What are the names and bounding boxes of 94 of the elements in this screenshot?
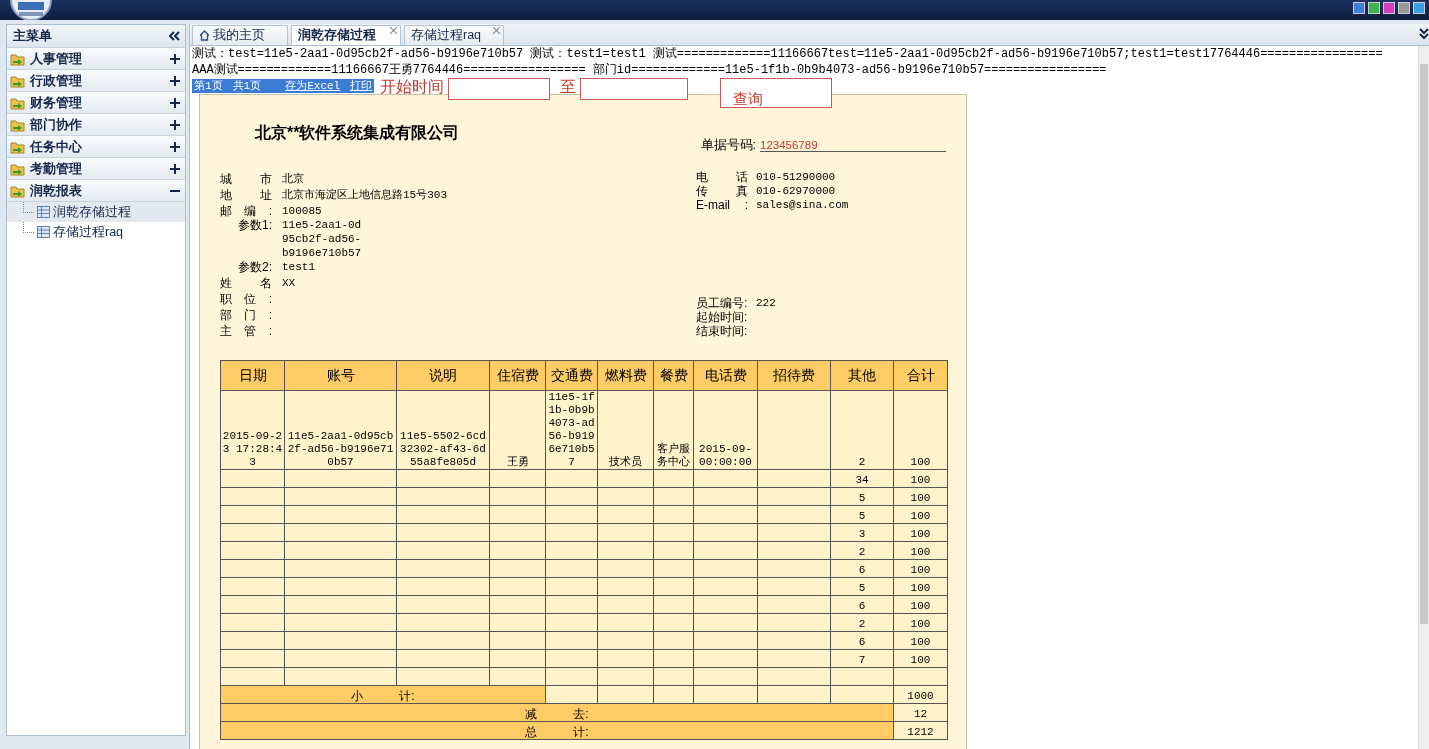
home-icon <box>199 30 210 41</box>
debug-text: 测试：test=11e5-2aa1-0d95cb2f-ad56-b9196e710b57 测试：test1=test1 测试=============11166667test=11e5-2aa1-0d95cb2f-ad56-b9196e710b57;test1=test17764446================= <box>192 46 1384 62</box>
field-label: 结束时间: <box>696 324 748 338</box>
table-cell: 技术员 <box>597 390 654 470</box>
field-label: 传真 <box>696 184 748 198</box>
start-time-label: 开始时间 <box>380 78 445 96</box>
field-label: 职位: <box>220 292 272 306</box>
table-icon <box>37 226 50 238</box>
column-header: 账号 <box>284 360 397 391</box>
menu-item[interactable]: 润乾存储过程 <box>7 202 185 222</box>
table-cell: 客户服务中心 <box>653 390 694 470</box>
field-label: 城市 <box>220 172 272 186</box>
scrollbar[interactable] <box>1418 46 1429 749</box>
tab[interactable]: 我的主页 <box>192 25 288 45</box>
column-header: 其他 <box>830 360 894 391</box>
end-time-field[interactable] <box>580 78 689 100</box>
field-label: E-mail : <box>696 198 748 212</box>
folder-icon <box>10 95 26 110</box>
doc-number: 123456789 <box>760 139 946 152</box>
field-value: test1 <box>282 260 316 274</box>
export-link[interactable]: 存为Excel <box>285 79 341 93</box>
table-cell: 100 <box>893 390 948 470</box>
menu-group[interactable]: 部门协作 <box>7 114 185 136</box>
field-value: 北京市海淀区上地信息路15号303 <box>282 188 448 202</box>
field-value: XX <box>282 276 297 290</box>
menu-group[interactable]: 人事管理 <box>7 48 185 70</box>
column-header: 住宿费 <box>489 360 546 391</box>
menu-item[interactable]: 存储过程raq <box>7 222 185 242</box>
company-title: 北京**软件系统集成有限公司 <box>255 123 460 143</box>
table-icon <box>37 206 50 218</box>
folder-icon <box>10 183 26 198</box>
folder-icon <box>10 117 26 132</box>
table-cell: 2015-09- 00:00:00 <box>693 390 758 470</box>
print-link[interactable]: 打印 <box>350 79 373 93</box>
field-label: 地址 <box>220 188 272 202</box>
query-button[interactable]: 查询 <box>720 78 833 108</box>
field-label: 姓名 <box>220 276 272 290</box>
table-cell: 2 <box>830 390 894 470</box>
tab[interactable]: 存储过程raq <box>404 25 505 45</box>
field-label: 参数2: <box>237 260 272 274</box>
window-control-icon[interactable] <box>1353 2 1365 14</box>
doc-number-label: 单据号码: <box>700 137 756 154</box>
debug-text: AAA测试=============11166667王勇7764446================= 部门id=============11e5-1f1b-0b9b4073-ad56-b9196e710b57================= <box>192 62 1108 78</box>
close-icon[interactable] <box>390 27 397 34</box>
window-control-icon[interactable] <box>1383 2 1395 14</box>
tab[interactable]: 润乾存储过程 <box>291 25 401 45</box>
table-cell: 11e5-1f1b-0b9b4073-ad56-b9196e710b57 <box>545 390 598 470</box>
plus-icon[interactable] <box>170 119 180 130</box>
plus-icon[interactable] <box>170 97 180 108</box>
field-value: 010-62970000 <box>756 184 837 198</box>
close-icon[interactable] <box>493 27 501 34</box>
to-label: 至 <box>560 78 577 96</box>
field-value: sales@sina.com <box>756 198 850 212</box>
page-count: 共1页 <box>232 79 262 93</box>
collapse-icon[interactable] <box>169 31 180 41</box>
folder-icon <box>10 73 26 88</box>
column-header: 燃料费 <box>597 360 654 391</box>
column-header: 说明 <box>396 360 490 391</box>
sidebar-title: 主菜单 <box>13 27 52 45</box>
folder-icon <box>10 139 26 154</box>
table-cell: 2015-09-23 17:28:43 <box>220 390 285 470</box>
table-cell: 王勇 <box>489 390 546 470</box>
field-label: 主管: <box>220 324 272 338</box>
menu-group[interactable]: 润乾报表 <box>7 180 185 202</box>
table-cell: 11e5-5502-6cd32302-af43-6d55a8fe805d <box>396 390 490 470</box>
folder-icon <box>10 161 26 176</box>
plus-icon[interactable] <box>170 163 180 174</box>
menu-group[interactable]: 考勤管理 <box>7 158 185 180</box>
page-number: 第1页 <box>194 79 223 93</box>
column-header: 日期 <box>220 360 285 391</box>
menu-group[interactable]: 财务管理 <box>7 92 185 114</box>
start-time-field[interactable] <box>448 78 551 100</box>
plus-icon[interactable] <box>170 141 180 152</box>
field-value: 北京 <box>282 172 305 186</box>
menu-group[interactable]: 行政管理 <box>7 70 185 92</box>
field-label: 电话 <box>696 170 748 184</box>
column-header: 合计 <box>893 360 948 391</box>
field-value: 222 <box>756 296 777 310</box>
column-header: 交通费 <box>545 360 598 391</box>
field-label: 员工编号: <box>696 296 748 310</box>
field-label: 参数1: <box>237 218 272 232</box>
plus-icon[interactable] <box>170 53 180 64</box>
column-header: 餐费 <box>653 360 694 391</box>
field-value: 100085 <box>282 204 323 218</box>
folder-icon <box>10 51 26 66</box>
column-header: 电话费 <box>693 360 758 391</box>
plus-icon[interactable] <box>170 75 180 86</box>
table-cell: 11e5-2aa1-0d95cb2f-ad56-b9196e710b57 <box>284 390 397 470</box>
field-label: 部门: <box>220 308 272 322</box>
field-label: 邮编: <box>220 204 272 218</box>
field-value: 010-51290000 <box>756 170 837 184</box>
column-header: 招待费 <box>757 360 831 391</box>
field-label: 起始时间: <box>696 310 748 324</box>
menu-group[interactable]: 任务中心 <box>7 136 185 158</box>
